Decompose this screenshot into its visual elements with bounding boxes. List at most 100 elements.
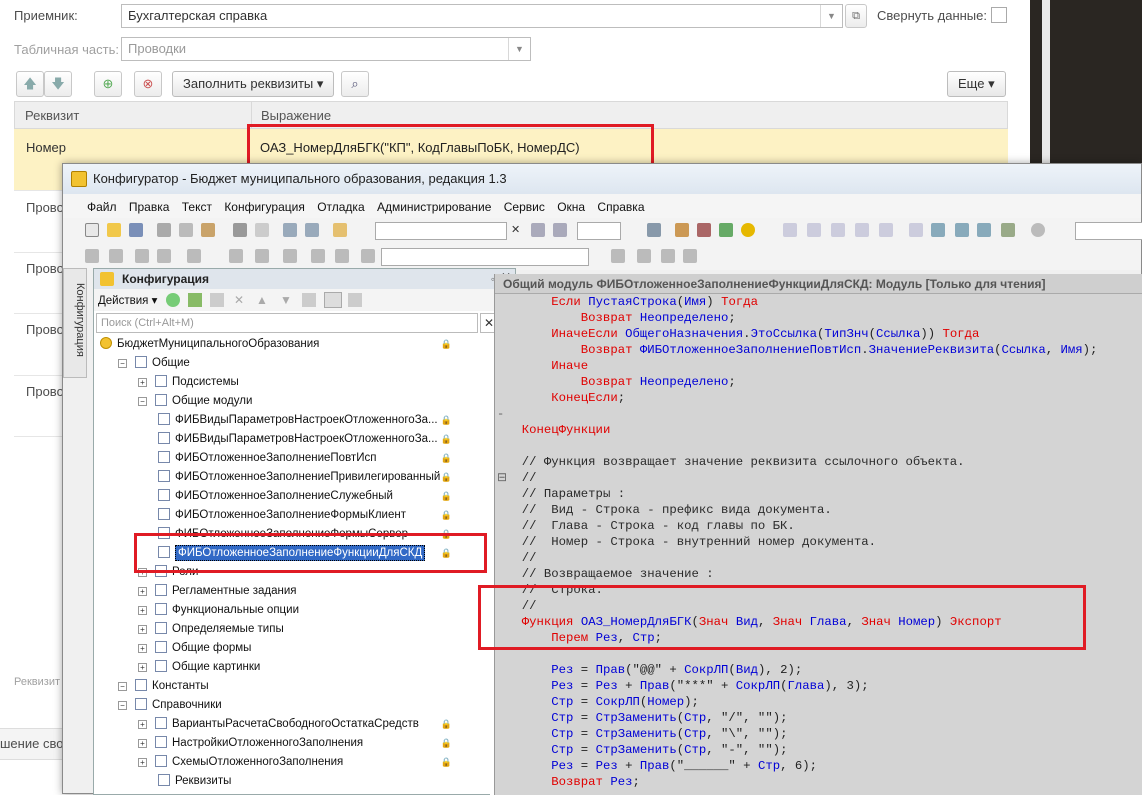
expand-icon[interactable]: +	[138, 663, 147, 672]
tree-item[interactable]: + ВариантыРасчетаСвободногоОстаткаСредств…	[94, 715, 488, 734]
up-icon[interactable]: ▲	[256, 293, 268, 307]
search-icon[interactable]	[333, 223, 347, 237]
receiver-field[interactable]: Бухгалтерская справка ▼	[121, 4, 843, 28]
copy-icon[interactable]	[210, 293, 224, 307]
module-combo[interactable]	[381, 248, 589, 266]
menu-configuration[interactable]: Конфигурация	[224, 200, 305, 214]
tool-icon[interactable]	[187, 249, 201, 263]
expand-icon[interactable]: +	[138, 587, 147, 596]
tool-icon[interactable]	[611, 249, 625, 263]
expand-icon[interactable]: +	[138, 644, 147, 653]
debug-icon[interactable]	[675, 223, 689, 237]
tool-icon[interactable]	[683, 249, 697, 263]
expand-icon[interactable]: −	[118, 682, 127, 691]
sort-icon[interactable]	[302, 293, 316, 307]
tree-item[interactable]: + Общие формы	[94, 639, 488, 658]
delete-icon[interactable]: ✕	[234, 293, 244, 307]
table-icon[interactable]	[931, 223, 945, 237]
table-row[interactable]: Прово	[26, 261, 64, 276]
step-icon[interactable]	[807, 223, 821, 237]
table-row[interactable]: Прово	[26, 200, 64, 215]
filter-icon[interactable]	[324, 292, 342, 308]
tool-icon[interactable]	[229, 249, 243, 263]
form-icon[interactable]	[955, 223, 969, 237]
title-bar[interactable]: Конфигуратор - Бюджет муниципального обр…	[63, 164, 1141, 194]
find-next-icon[interactable]	[531, 223, 545, 237]
menu-windows[interactable]: Окна	[557, 200, 585, 214]
info-icon[interactable]	[741, 223, 755, 237]
configurator-window[interactable]: Конфигуратор - Бюджет муниципального обр…	[62, 163, 1142, 795]
down-icon[interactable]: ▼	[280, 293, 292, 307]
tree-item[interactable]: + СхемыОтложенногоЗаполнения 🔒	[94, 753, 488, 772]
tree-item-selected[interactable]: ФИБОтложенноеЗаполнениеФункцииДляСКД 🔒	[94, 544, 488, 563]
breakpoint-icon[interactable]	[783, 223, 797, 237]
tree-item[interactable]: ФИБВидыПараметровНастроекОтложенногоЗа..…	[94, 411, 488, 430]
cut-icon[interactable]	[157, 223, 171, 237]
menu-help[interactable]: Справка	[597, 200, 644, 214]
receiver-dropdown-icon[interactable]: ▼	[820, 5, 842, 27]
col-requisite[interactable]: Реквизит	[25, 108, 79, 123]
tree-item[interactable]: ФИБОтложенноеЗаполнениеСлужебный 🔒	[94, 487, 488, 506]
menu-debug[interactable]: Отладка	[317, 200, 364, 214]
search-combo[interactable]	[375, 222, 507, 240]
menu-file[interactable]: Файл	[87, 200, 117, 214]
tree-item[interactable]: + Роли	[94, 563, 488, 582]
quick-search-field[interactable]	[1075, 222, 1142, 240]
find-icon[interactable]: ⌕	[341, 71, 369, 97]
menu-administration[interactable]: Администрирование	[377, 200, 491, 214]
tool-icon[interactable]	[85, 249, 99, 263]
find-prev-icon[interactable]	[553, 223, 567, 237]
tool-icon[interactable]	[661, 249, 675, 263]
step-into-icon[interactable]	[831, 223, 845, 237]
expand-icon[interactable]: +	[138, 720, 147, 729]
timer-icon[interactable]	[1031, 223, 1045, 237]
tool-icon[interactable]	[135, 249, 149, 263]
tree-item[interactable]: ФИБОтложенноеЗаполнениеПовтИсп 🔒	[94, 449, 488, 468]
settings-icon[interactable]	[1001, 223, 1015, 237]
expand-icon[interactable]: +	[138, 568, 147, 577]
expand-icon[interactable]: +	[138, 378, 147, 387]
expand-icon[interactable]: −	[138, 397, 147, 406]
undo-icon[interactable]	[283, 223, 297, 237]
step-out-icon[interactable]	[879, 223, 893, 237]
delete-icon[interactable]: ⊗	[134, 71, 162, 97]
open-icon[interactable]: ⧉	[845, 4, 867, 28]
tree-item[interactable]: + Регламентные задания	[94, 582, 488, 601]
tree-item[interactable]: − Константы	[94, 677, 488, 696]
print-icon[interactable]	[233, 223, 247, 237]
tool-icon[interactable]	[283, 249, 297, 263]
table-row[interactable]: Прово	[26, 322, 64, 337]
tool-icon[interactable]	[361, 249, 375, 263]
expand-icon[interactable]: +	[138, 758, 147, 767]
tree-item[interactable]: + Подсистемы	[94, 373, 488, 392]
expand-icon[interactable]: +	[138, 606, 147, 615]
expand-icon[interactable]: −	[118, 359, 127, 368]
tree-item[interactable]: ФИБВидыПараметровНастроекОтложенногоЗа..…	[94, 430, 488, 449]
tree-item[interactable]: ФИБОтложенноеЗаполнениеФормыКлиент 🔒	[94, 506, 488, 525]
menu-edit[interactable]: Правка	[129, 200, 170, 214]
menu-service[interactable]: Сервис	[504, 200, 545, 214]
side-tab-configuration[interactable]: Конфигурация	[63, 268, 87, 378]
add-icon[interactable]	[166, 293, 180, 307]
tool-icon[interactable]	[311, 249, 325, 263]
goto-field[interactable]	[577, 222, 621, 240]
step-over-icon[interactable]	[855, 223, 869, 237]
tool-icon[interactable]	[637, 249, 651, 263]
redo-icon[interactable]	[305, 223, 319, 237]
tree-item[interactable]: + Функциональные опции	[94, 601, 488, 620]
tool-icon[interactable]	[157, 249, 171, 263]
tree-item[interactable]: Реквизиты	[94, 772, 488, 791]
collapse-checkbox[interactable]	[991, 7, 1007, 23]
code-editor[interactable]: Общий модуль ФИБОтложенноеЗаполнениеФунк…	[494, 274, 1142, 795]
move-down-icon[interactable]: 🡇	[44, 71, 72, 97]
assistant-icon[interactable]	[719, 223, 733, 237]
table-row[interactable]: Прово	[26, 384, 64, 399]
tree-item[interactable]: ФИБОтложенноеЗаполнениеФормыСервер 🔒	[94, 525, 488, 544]
run-to-icon[interactable]	[909, 223, 923, 237]
expand-icon[interactable]: +	[138, 625, 147, 634]
tabpart-dropdown-icon[interactable]: ▼	[508, 38, 530, 60]
actions-menu[interactable]: Действия ▾	[98, 293, 157, 307]
open-icon[interactable]	[107, 223, 121, 237]
add-icon[interactable]: ⊕	[94, 71, 122, 97]
filter-clear-icon[interactable]	[348, 293, 362, 307]
